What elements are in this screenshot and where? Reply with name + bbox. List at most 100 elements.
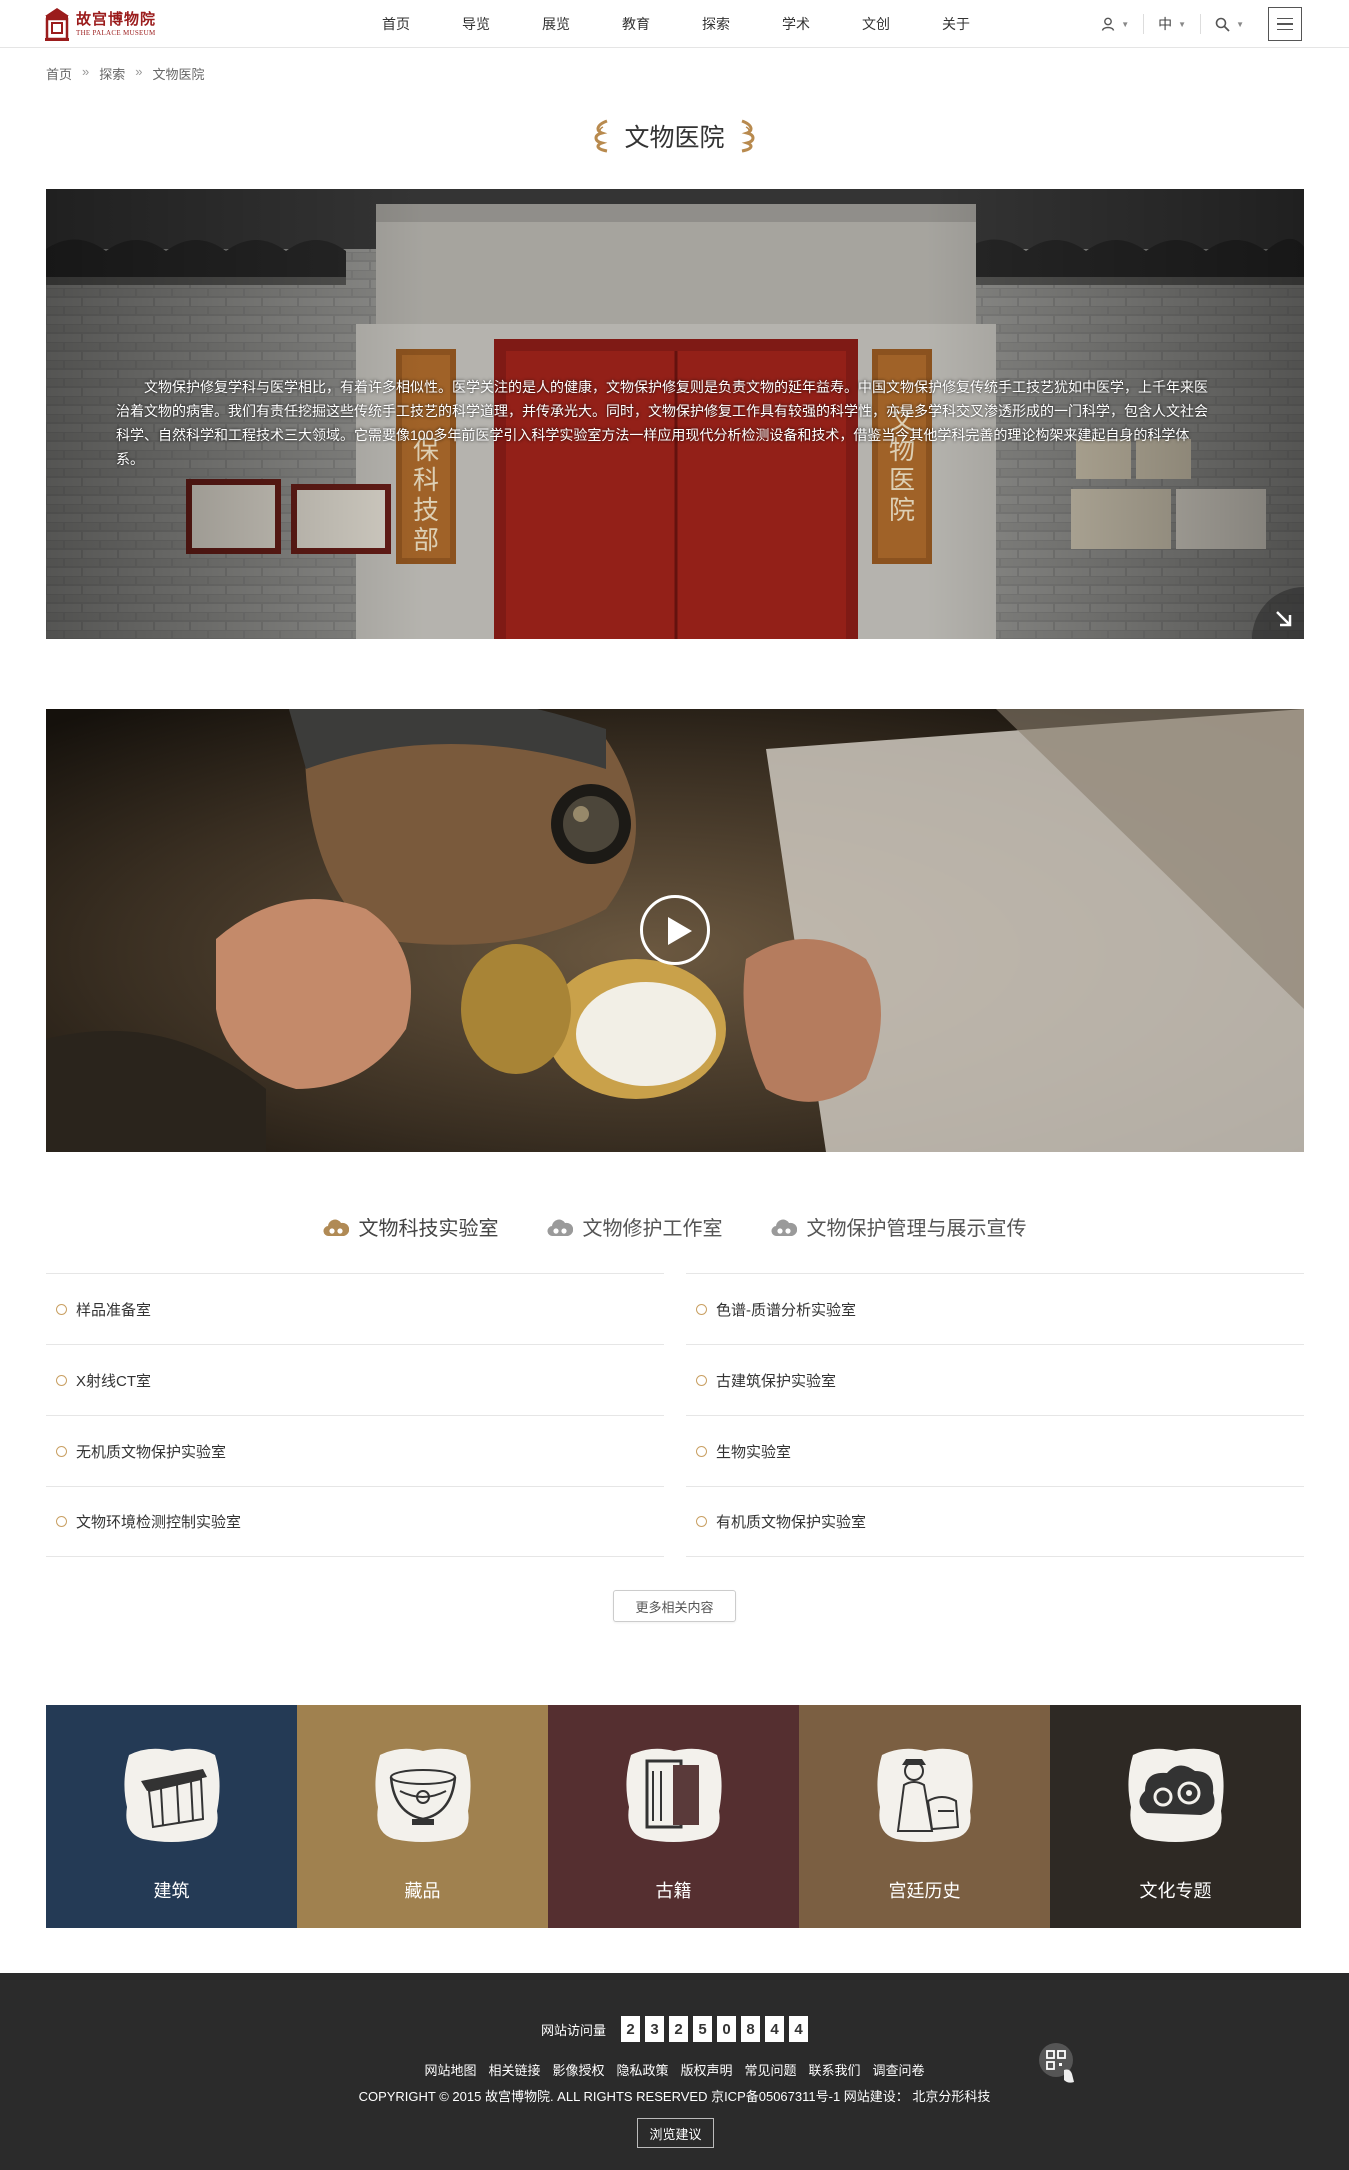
tab-label: 文物科技实验室 [358,1218,499,1240]
category-tiles: 建筑 藏品 古籍 宫廷历史 文化专题 [46,1705,1301,1928]
hero-banner: 保 科 技 部 文 物 医 院 文物保护修复学科与医学相比，有着许多相似性。医学… [46,189,1304,639]
court-figure-icon [877,1748,973,1842]
list-item-label: 生物实验室 [716,1443,792,1461]
nav-education[interactable]: 教育 [596,0,676,48]
user-menu[interactable]: ▼ [1087,14,1143,34]
tile-architecture[interactable]: 建筑 [46,1705,297,1928]
nav-exhibitions[interactable]: 展览 [516,0,596,48]
visit-counter-label: 网站访问量 [540,2022,606,2038]
visit-counter: 网站访问量 2 3 2 5 0 8 4 4 [0,2016,1349,2042]
porcelain-bowl-icon [375,1748,471,1842]
visit-digit: 4 [789,2016,808,2042]
chevron-down-icon: ▼ [1236,19,1244,29]
cloud-icon [322,1219,349,1236]
nav-academic[interactable]: 学术 [756,0,836,48]
tab-label: 文物保护管理与展示宣传 [806,1218,1027,1240]
cloud-icon [770,1219,797,1236]
breadcrumb-home[interactable]: 首页 [46,64,72,83]
breadcrumb-current: 文物医院 [152,67,205,82]
tab-tech-lab[interactable]: 文物科技实验室 [322,1212,499,1241]
top-bar: 故宫博物院 THE PALACE MUSEUM 首页 导览 展览 教育 探索 学… [0,0,1349,48]
tile-label: 古籍 [655,1881,692,1901]
lab-list-left: 样品准备室 X射线CT室 无机质文物保护实验室 文物环境检测控制实验室 [46,1273,664,1557]
hero-description: 文物保护修复学科与医学相比，有着许多相似性。医学关注的是人的健康，文物保护修复则… [116,379,1208,467]
ancient-book-icon [626,1748,722,1842]
list-item[interactable]: 古建筑保护实验室 [686,1344,1304,1415]
play-icon[interactable] [640,895,710,965]
breadcrumb-separator: » [135,64,143,79]
tile-collections[interactable]: 藏品 [297,1705,548,1928]
footer-link-copyright[interactable]: 版权声明 [681,2060,733,2079]
tab-management-promotion[interactable]: 文物保护管理与展示宣传 [770,1212,1027,1241]
visit-digit: 8 [741,2016,760,2042]
left-ornament-icon [595,119,609,153]
circle-bullet-icon [696,1303,707,1315]
site-logo[interactable]: 故宫博物院 THE PALACE MUSEUM [44,6,156,42]
nav-guide[interactable]: 导览 [436,0,516,48]
visit-digit: 3 [645,2016,664,2042]
tile-ancient-books[interactable]: 古籍 [548,1705,799,1928]
footer-links: 网站地图 相关链接 影像授权 隐私政策 版权声明 常见问题 联系我们 调查问卷 [0,2060,1349,2079]
visit-digit: 5 [693,2016,712,2042]
nav-home[interactable]: 首页 [356,0,436,48]
search-toggle[interactable]: ▼ [1200,14,1258,34]
footer-link-image-license[interactable]: 影像授权 [552,2060,604,2079]
logo-english-name: THE PALACE MUSEUM [76,28,156,37]
list-item[interactable]: 生物实验室 [686,1415,1304,1486]
footer-link-sitemap[interactable]: 网站地图 [424,2060,476,2079]
footer-link-faq[interactable]: 常见问题 [745,2060,797,2079]
list-item[interactable]: 文物环境检测控制实验室 [46,1486,664,1557]
circle-bullet-icon [696,1445,707,1457]
tile-culture-topics[interactable]: 文化专题 [1050,1705,1301,1928]
list-item-label: 文物环境检测控制实验室 [76,1514,242,1531]
footer-link-contact[interactable]: 联系我们 [809,2060,861,2079]
page-title: 文物医院 [624,124,725,152]
list-item[interactable]: 有机质文物保护实验室 [686,1486,1304,1557]
nav-creative[interactable]: 文创 [836,0,916,48]
list-item-label: 古建筑保护实验室 [716,1372,837,1390]
footer-link-survey[interactable]: 调查问卷 [873,2060,925,2079]
main-nav: 首页 导览 展览 教育 探索 学术 文创 关于 [356,0,996,48]
qr-code-icon[interactable] [1038,2042,1082,2086]
circle-bullet-icon [56,1374,67,1386]
breadcrumb-explore[interactable]: 探索 [99,64,125,83]
list-item[interactable]: 无机质文物保护实验室 [46,1415,664,1486]
page-title-block: 文物医院 [0,118,1349,154]
chevron-down-icon: ▼ [1121,19,1130,29]
tile-label: 建筑 [153,1881,190,1901]
list-item-label: X射线CT室 [76,1372,152,1390]
chevron-down-icon: ▼ [1178,19,1187,29]
tile-label: 宫廷历史 [888,1881,961,1901]
language-switch[interactable]: 中 ▼ [1143,14,1200,34]
tile-label: 藏品 [404,1881,441,1901]
circle-bullet-icon [56,1303,67,1315]
more-content-button[interactable]: 更多相关内容 [613,1590,736,1622]
lab-list-right: 色谱-质谱分析实验室 古建筑保护实验室 生物实验室 有机质文物保护实验室 [686,1273,1304,1557]
tile-court-history[interactable]: 宫廷历史 [799,1705,1050,1928]
menu-line [1277,23,1293,25]
circle-bullet-icon [56,1445,67,1457]
list-item[interactable]: X射线CT室 [46,1344,664,1415]
nav-about[interactable]: 关于 [916,0,996,48]
header-tools: ▼ 中 ▼ ▼ [1087,0,1349,48]
list-item-label: 无机质文物保护实验室 [76,1443,227,1461]
list-item[interactable]: 色谱-质谱分析实验室 [686,1273,1304,1344]
nav-explore[interactable]: 探索 [676,0,756,48]
list-item-label: 样品准备室 [76,1301,152,1319]
auspicious-cloud-icon [1128,1748,1224,1842]
list-item[interactable]: 样品准备室 [46,1273,664,1344]
tile-label: 文化专题 [1139,1881,1212,1901]
arrow-down-right-icon [1276,611,1292,627]
breadcrumb-separator: » [82,64,90,79]
cloud-icon [546,1219,573,1236]
tab-restoration-studio[interactable]: 文物修护工作室 [546,1212,723,1241]
hamburger-menu-button[interactable] [1268,7,1302,41]
list-item-label: 有机质文物保护实验室 [716,1514,867,1531]
footer-link-related[interactable]: 相关链接 [488,2060,540,2079]
site-footer: 网站访问量 2 3 2 5 0 8 4 4 网站地图 相关链接 影像授权 隐私政… [0,1973,1349,2170]
feedback-button[interactable]: 浏览建议 [637,2118,714,2148]
search-icon [1215,17,1230,32]
lab-tabs: 文物科技实验室 文物修护工作室 文物保护管理与展示宣传 [0,1212,1349,1241]
footer-link-privacy[interactable]: 隐私政策 [616,2060,668,2079]
video-player[interactable] [46,709,1304,1152]
